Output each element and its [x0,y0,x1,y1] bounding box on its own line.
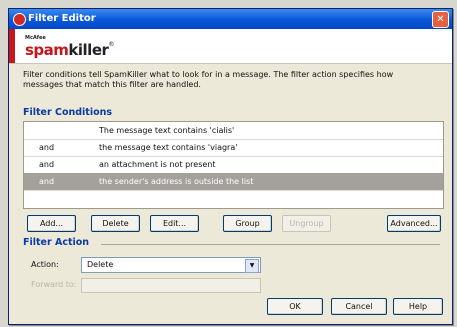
logo-killer-text: killer [68,41,109,59]
filter-action-heading: Filter Action [23,237,90,248]
condition-text: The message text contains 'cialis' [99,126,235,135]
forward-to-label: Forward to: [31,280,77,289]
spamkiller-logo: McAfee spamkiller® [25,35,114,59]
advanced-button[interactable]: Advanced... [387,215,441,232]
chevron-down-icon[interactable]: ▼ [245,259,259,273]
condition-row[interactable]: and an attachment is not present [24,156,443,174]
edit-button[interactable]: Edit... [150,215,199,232]
condition-text: an attachment is not present [99,160,216,169]
app-icon [13,13,26,26]
add-button[interactable]: Add... [27,215,76,232]
condition-text: the sender's address is outside the list [99,177,254,186]
cancel-button[interactable]: Cancel [331,298,387,315]
forward-to-input [81,278,261,293]
delete-button[interactable]: Delete [91,215,140,232]
title-bar[interactable]: Filter Editor ✕ [9,9,452,29]
condition-row[interactable]: The message text contains 'cialis' [24,122,443,140]
condition-conjunction: and [39,160,55,169]
window-title: Filter Editor [28,13,96,24]
ungroup-button[interactable]: Ungroup [282,215,331,232]
intro-text: Filter conditions tell SpamKiller what t… [23,70,394,89]
condition-row[interactable]: and the message text contains 'viagra' [24,139,443,157]
action-select[interactable]: Delete ▼ [81,257,261,273]
ok-button[interactable]: OK [267,298,323,315]
condition-conjunction: and [39,143,55,152]
filter-conditions-heading: Filter Conditions [23,107,113,118]
filter-editor-window: Filter Editor ✕ McAfee spamkiller® Filte… [8,8,453,325]
group-button[interactable]: Group [223,215,272,232]
section-divider [101,244,440,245]
condition-row-selected[interactable]: and the sender's address is outside the … [24,173,443,191]
action-label: Action: [31,260,59,269]
logo-spam-text: spam [25,41,69,59]
help-button[interactable]: Help [393,298,443,315]
action-select-value: Delete [87,260,114,269]
condition-conjunction: and [39,177,55,186]
close-icon[interactable]: ✕ [432,11,449,28]
logo-trademark: ® [108,41,115,48]
conditions-list[interactable]: The message text contains 'cialis' and t… [23,121,444,209]
condition-text: the message text contains 'viagra' [99,143,238,152]
brand-banner: McAfee spamkiller® [9,29,452,64]
banner-accent-bar [9,29,15,63]
